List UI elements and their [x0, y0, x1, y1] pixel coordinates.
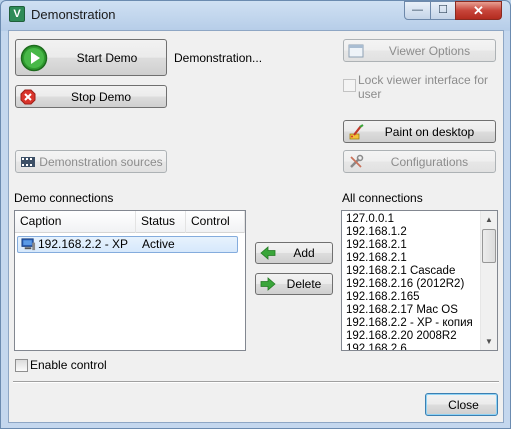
stop-x-icon	[20, 89, 36, 104]
arrow-right-icon	[260, 277, 276, 291]
paint-on-desktop-button[interactable]: Paint on desktop	[343, 120, 496, 143]
scroll-down-arrow-icon[interactable]: ▼	[481, 333, 497, 350]
minimize-button[interactable]: —	[404, 1, 431, 20]
demonstration-window: V Demonstration — ☐ ✕ Start Demo Demonst…	[0, 0, 511, 429]
separator	[13, 381, 499, 383]
configurations-button[interactable]: Configurations	[343, 150, 496, 173]
viewer-options-label: Viewer Options	[388, 43, 471, 58]
add-label: Add	[293, 246, 315, 260]
close-button[interactable]: Close	[425, 393, 498, 416]
lock-viewer-label: Lock viewer interface for user	[358, 73, 489, 101]
start-demo-label: Start Demo	[76, 50, 138, 65]
list-item[interactable]: 192.168.2.6	[346, 343, 407, 350]
wrench-icon	[350, 154, 364, 168]
list-item[interactable]: 192.168.2.1 Cascade	[346, 265, 455, 278]
demonstration-sources-button[interactable]: Demonstration sources	[15, 150, 167, 173]
viewer-options-button[interactable]: Viewer Options	[343, 39, 496, 62]
list-item[interactable]: 192.168.2.165	[346, 291, 420, 304]
list-item[interactable]: 192.168.2.16 (2012R2)	[346, 278, 464, 291]
app-icon: V	[9, 6, 25, 22]
list-item[interactable]: 192.168.1.2	[346, 226, 407, 239]
paint-on-desktop-label: Paint on desktop	[384, 124, 475, 139]
add-button[interactable]: Add	[255, 242, 333, 264]
window-title: Demonstration	[31, 7, 116, 22]
scroll-up-arrow-icon[interactable]: ▲	[481, 211, 497, 228]
demo-connections-list[interactable]: Caption Status Control 192.168.2.2 - XP …	[14, 210, 246, 351]
arrow-left-icon	[260, 246, 276, 260]
delete-button[interactable]: Delete	[255, 273, 333, 295]
configurations-label: Configurations	[390, 154, 469, 169]
list-item[interactable]: 192.168.2.2 - XP - копия	[346, 317, 473, 330]
paint-brush-icon	[349, 123, 364, 139]
column-header-status[interactable]: Status	[136, 211, 186, 233]
scrollbar-thumb[interactable]	[482, 229, 496, 263]
list-item[interactable]: 127.0.0.1	[346, 213, 394, 226]
list-item[interactable]: 192.168.2.20 2008R2	[346, 330, 457, 343]
demo-connections-header: Caption Status Control	[15, 211, 245, 233]
list-item[interactable]: 192.168.2.1	[346, 252, 407, 265]
demo-connections-label: Demo connections	[14, 191, 114, 205]
film-icon	[21, 156, 35, 167]
list-item[interactable]: 192.168.2.17 Mac OS	[346, 304, 458, 317]
list-item[interactable]: 192.168.2.1	[346, 239, 407, 252]
demonstration-sources-label: Demonstration sources	[39, 154, 163, 169]
dialog-client-area: Start Demo Demonstration... Stop Demo Vi…	[8, 30, 504, 423]
delete-label: Delete	[286, 277, 322, 291]
enable-control-checkbox[interactable]	[15, 359, 28, 372]
play-circle-icon	[20, 44, 48, 71]
close-window-button[interactable]: ✕	[455, 1, 502, 20]
all-connections-label: All connections	[342, 191, 423, 205]
lock-viewer-checkbox[interactable]	[343, 79, 356, 92]
row-status: Active	[142, 237, 175, 251]
stop-demo-label: Stop Demo	[70, 89, 132, 104]
maximize-button[interactable]: ☐	[430, 1, 456, 20]
vertical-scrollbar[interactable]: ▲ ▼	[480, 211, 497, 350]
all-connections-list[interactable]: 127.0.0.1 192.168.1.2 192.168.2.1 192.16…	[341, 210, 498, 351]
close-label: Close	[448, 397, 479, 412]
table-row[interactable]: 192.168.2.2 - XP Active	[17, 236, 238, 253]
demo-status-text: Demonstration...	[174, 51, 263, 65]
computer-icon	[21, 238, 36, 251]
row-caption: 192.168.2.2 - XP	[38, 237, 129, 251]
column-header-caption[interactable]: Caption	[15, 211, 136, 233]
enable-control-label: Enable control	[30, 358, 107, 372]
title-bar[interactable]: V Demonstration — ☐ ✕	[1, 1, 510, 29]
start-demo-button[interactable]: Start Demo	[15, 39, 167, 76]
window-icon	[348, 44, 364, 57]
stop-demo-button[interactable]: Stop Demo	[15, 85, 167, 108]
column-header-control[interactable]: Control	[186, 211, 245, 233]
